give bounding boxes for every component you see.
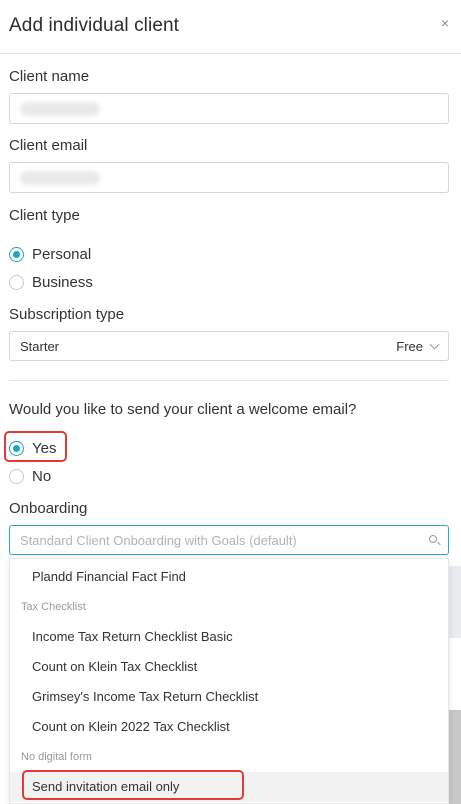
annotation-highlight-yes: [4, 431, 67, 462]
close-icon[interactable]: ×: [441, 16, 449, 30]
client-name-label: Client name: [9, 68, 90, 85]
radio-label: No: [32, 467, 52, 485]
onboarding-search-input[interactable]: Standard Client Onboarding with Goals (d…: [9, 525, 449, 555]
subscription-plan-value: Starter: [20, 339, 60, 354]
subscription-type-select[interactable]: Starter Free: [9, 331, 449, 361]
welcome-email-question: Would you like to send your client a wel…: [9, 401, 357, 418]
redacted-value: [20, 102, 100, 116]
client-name-input[interactable]: [9, 93, 449, 124]
dropdown-group-label: No digital form: [21, 751, 92, 763]
subscription-type-label: Subscription type: [9, 306, 125, 323]
search-icon: [429, 535, 437, 543]
dropdown-option[interactable]: Plandd Financial Fact Find: [10, 562, 448, 592]
client-email-label: Client email: [9, 137, 88, 154]
client-type-business-option[interactable]: Business: [9, 272, 93, 292]
radio-checked-icon[interactable]: [9, 246, 24, 262]
dropdown-option[interactable]: Income Tax Return Checklist Basic: [10, 622, 448, 652]
background-page: [449, 710, 461, 804]
radio-unchecked-icon[interactable]: [9, 274, 24, 290]
dropdown-option[interactable]: Count on Klein 2022 Tax Checklist: [10, 712, 448, 742]
add-client-dialog: Add individual client × Client name Clie…: [0, 0, 461, 804]
redacted-value: [20, 171, 100, 185]
dialog-title: Add individual client: [9, 15, 180, 36]
subscription-price: Free: [396, 339, 423, 354]
client-type-personal-option[interactable]: Personal: [9, 244, 91, 264]
chevron-down-icon: [429, 339, 440, 350]
client-type-label: Client type: [9, 207, 80, 224]
radio-label: Business: [32, 273, 93, 291]
onboarding-dropdown-menu: Plandd Financial Fact Find Tax Checklist…: [9, 558, 449, 804]
dropdown-option[interactable]: Count on Klein Tax Checklist: [10, 652, 448, 682]
dropdown-group-label: Tax Checklist: [21, 601, 86, 613]
radio-label: Personal: [32, 245, 92, 263]
onboarding-placeholder: Standard Client Onboarding with Goals (d…: [20, 533, 297, 548]
onboarding-label: Onboarding: [9, 500, 88, 517]
client-email-input[interactable]: [9, 162, 449, 193]
section-divider: [9, 380, 449, 381]
radio-unchecked-icon[interactable]: [9, 468, 24, 484]
annotation-highlight-send-invitation: [22, 770, 244, 800]
welcome-email-no-option[interactable]: No: [9, 466, 51, 486]
dropdown-option[interactable]: Grimsey's Income Tax Return Checklist: [10, 682, 448, 712]
background-page: [449, 566, 461, 638]
dialog-header: Add individual client ×: [0, 0, 461, 54]
